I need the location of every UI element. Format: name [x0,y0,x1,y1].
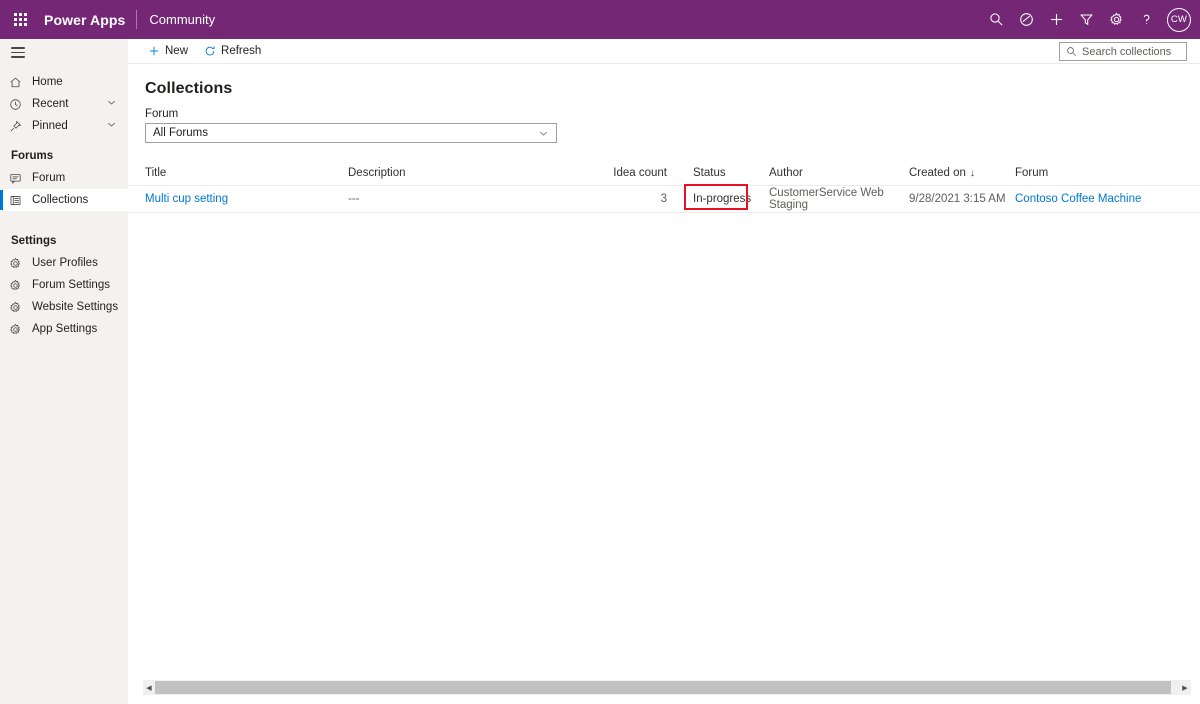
pin-icon [9,120,26,133]
clock-icon [9,98,26,111]
scrollbar-thumb[interactable] [155,681,1171,694]
search-input[interactable] [1077,45,1177,58]
sidebar-item-label: Collections [32,194,89,206]
filter-icon[interactable] [1071,0,1101,39]
settings-gear-icon[interactable] [1101,0,1131,39]
sidebar-item-label: Website Settings [32,301,119,313]
new-button[interactable]: New [140,39,196,64]
app-name-label[interactable]: Community [137,12,215,27]
sort-descending-icon: ↓ [969,167,975,179]
column-header-forum[interactable]: Forum [1015,167,1175,179]
sidebar-item-label: Forum Settings [32,279,110,291]
brand-title[interactable]: Power Apps [40,12,136,28]
sidebar-item-label: Home [32,76,63,88]
forum-filter-value: All Forums [153,127,208,139]
refresh-button[interactable]: Refresh [196,39,269,64]
sidebar-item-home[interactable]: Home [0,71,128,93]
sidebar-item-app-settings[interactable]: App Settings [0,318,128,340]
column-header-created-on-label: Created on [909,166,966,179]
sidebar-item-website-settings[interactable]: Website Settings [0,296,128,318]
sidebar-item-forum-settings[interactable]: Forum Settings [0,274,128,296]
chevron-down-icon[interactable] [106,119,117,133]
column-header-created-on[interactable]: Created on ↓ [909,167,1015,179]
refresh-icon [204,45,216,57]
forum-link[interactable]: Contoso Coffee Machine [1015,193,1141,205]
search-icon[interactable] [981,0,1011,39]
table-header-row: Title Description Idea count Status Auth… [128,160,1200,186]
gear-icon [9,323,26,336]
sidebar-group-settings: Settings [11,235,57,247]
sidebar-item-collections[interactable]: Collections [0,189,128,211]
plus-icon [148,45,160,57]
command-bar: New Refresh [128,39,1200,64]
sidebar: Home Recent Pinned Forums Forum Collecti… [0,39,128,704]
list-icon [9,194,26,207]
column-header-title[interactable]: Title [145,167,348,179]
search-collections-box[interactable] [1059,42,1187,61]
sidebar-item-label: App Settings [32,323,98,335]
collections-table: Title Description Idea count Status Auth… [128,160,1200,213]
sidebar-item-label: Forum [32,172,66,184]
cell-status: In-progress [684,184,769,210]
gear-icon [9,279,26,292]
diagnostics-icon[interactable] [1011,0,1041,39]
chevron-down-icon[interactable] [106,97,117,111]
status-badge-wrap: In-progress [684,184,752,210]
gear-icon [9,257,26,270]
page-title: Collections [145,80,233,97]
collection-title-link[interactable]: Multi cup setting [145,193,228,205]
avatar[interactable]: CW [1167,7,1191,32]
sidebar-item-label: User Profiles [32,257,98,269]
hamburger-menu-icon[interactable] [0,42,128,63]
cell-forum: Contoso Coffee Machine [1015,193,1175,205]
header-icon-group: CW [981,0,1200,39]
gear-icon [9,301,26,314]
cell-description: --- [348,193,360,205]
app-launcher-icon[interactable] [0,0,40,39]
add-icon[interactable] [1041,0,1071,39]
refresh-button-label: Refresh [221,45,262,57]
cell-author: CustomerService Web Staging [769,187,884,211]
forum-filter-dropdown[interactable]: All Forums [145,123,557,143]
search-icon [1066,46,1077,57]
sidebar-item-pinned[interactable]: Pinned [0,115,128,137]
sidebar-item-user-profiles[interactable]: User Profiles [0,252,128,274]
cell-title: Multi cup setting [145,193,348,205]
column-header-idea-count[interactable]: Idea count [613,167,693,179]
sidebar-item-recent[interactable]: Recent [0,93,128,115]
horizontal-scrollbar[interactable]: ◀ ▶ [143,680,1191,695]
chevron-down-icon [538,128,549,139]
cell-created-on: 9/28/2021 3:15 AM [909,193,1006,205]
new-button-label: New [165,45,189,57]
home-icon [9,76,26,89]
sidebar-group-forums: Forums [11,150,54,162]
sidebar-item-label: Recent [32,98,69,110]
status-badge: In-progress [693,193,752,205]
scrollbar-track[interactable] [155,680,1179,695]
top-header: Power Apps Community CW [0,0,1200,39]
sidebar-item-label: Pinned [32,120,68,132]
table-row[interactable]: Multi cup setting --- 3 In-progress Cust… [128,184,1200,213]
scroll-right-arrow-icon[interactable]: ▶ [1179,680,1191,695]
column-header-author[interactable]: Author [769,167,909,179]
cell-idea-count: 3 [660,193,667,205]
scroll-left-arrow-icon[interactable]: ◀ [143,680,155,695]
main-content: Collections Forum All Forums Title Descr… [128,64,1200,704]
column-header-description[interactable]: Description [348,167,613,179]
sidebar-item-forum[interactable]: Forum [0,167,128,189]
column-header-status[interactable]: Status [693,167,769,179]
forum-filter-label: Forum [145,108,179,120]
comment-icon [9,172,26,185]
help-icon[interactable] [1131,0,1161,39]
